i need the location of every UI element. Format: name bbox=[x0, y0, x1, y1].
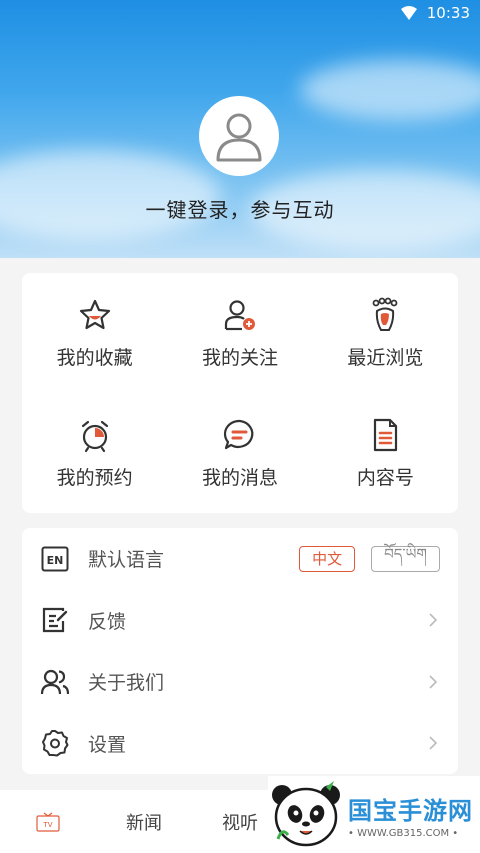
document-icon bbox=[374, 418, 398, 451]
login-prompt[interactable]: 一键登录，参与互动 bbox=[0, 194, 480, 223]
feedback-label: 反馈 bbox=[88, 610, 127, 633]
recent-views-label: 最近浏览 bbox=[347, 346, 424, 369]
chat-bubble-icon bbox=[223, 419, 254, 449]
users-icon bbox=[40, 667, 70, 697]
content-account-item[interactable]: 内容号 bbox=[313, 393, 458, 513]
svg-text:EN: EN bbox=[47, 554, 64, 567]
gear-icon bbox=[40, 728, 70, 758]
chevron-right-icon bbox=[429, 675, 438, 689]
tv-icon-text: TV bbox=[42, 821, 52, 829]
recent-views-item[interactable]: 最近浏览 bbox=[313, 273, 458, 393]
following-label: 我的关注 bbox=[201, 346, 278, 369]
watermark-title: 国宝手游网 bbox=[348, 796, 473, 825]
cloud-decoration bbox=[300, 60, 480, 120]
about-us-row[interactable]: 关于我们 bbox=[22, 651, 458, 713]
content-account-label: 内容号 bbox=[356, 466, 414, 489]
messages-label: 我的消息 bbox=[201, 466, 278, 489]
favorites-label: 我的收藏 bbox=[56, 346, 133, 369]
chinese-language-button[interactable]: 中文 bbox=[299, 545, 356, 572]
user-follow-icon bbox=[224, 299, 255, 330]
favorites-item[interactable]: 我的收藏 bbox=[22, 273, 167, 393]
feedback-row[interactable]: 反馈 bbox=[22, 590, 458, 652]
chevron-right-icon bbox=[429, 613, 438, 627]
reservations-item[interactable]: 我的预约 bbox=[22, 393, 167, 513]
tv-icon: TV bbox=[36, 812, 60, 832]
footprints-icon bbox=[372, 297, 398, 331]
alarm-clock-icon bbox=[81, 420, 108, 452]
quick-actions-grid: 我的收藏 我的关注 最近浏览 我的预约 我的消息 内容号 bbox=[22, 273, 458, 513]
star-icon bbox=[79, 299, 110, 329]
nav-tv[interactable]: TV bbox=[0, 812, 96, 832]
en-language-icon: EN bbox=[40, 544, 70, 574]
avatar[interactable] bbox=[199, 96, 279, 176]
settings-row[interactable]: 设置 bbox=[22, 713, 458, 775]
wifi-icon bbox=[400, 6, 417, 20]
watermark: 国宝手游网 • WWW.GB315.COM • bbox=[268, 776, 480, 853]
status-time: 10:33 bbox=[426, 4, 470, 22]
about-us-label: 关于我们 bbox=[88, 672, 165, 695]
default-language-label: 默认语言 bbox=[88, 549, 165, 572]
edit-note-icon bbox=[40, 605, 70, 635]
user-icon bbox=[216, 113, 262, 162]
reservations-label: 我的预约 bbox=[56, 466, 133, 489]
status-bar: 10:33 bbox=[0, 0, 480, 26]
chevron-right-icon bbox=[429, 736, 438, 750]
default-language-row: EN 默认语言 中文 བོད་ཡིག bbox=[22, 528, 458, 590]
nav-news[interactable]: 新闻 bbox=[96, 809, 192, 835]
messages-item[interactable]: 我的消息 bbox=[167, 393, 312, 513]
profile-header: 10:33 一键登录，参与互动 bbox=[0, 0, 480, 258]
watermark-url: • WWW.GB315.COM • bbox=[348, 827, 459, 839]
panda-logo-icon bbox=[272, 780, 340, 846]
tibetan-language-button[interactable]: བོད་ཡིག bbox=[371, 545, 440, 572]
settings-label: 设置 bbox=[88, 733, 127, 756]
settings-list: EN 默认语言 中文 བོད་ཡིག 反馈 关于我们 设置 bbox=[22, 528, 458, 774]
following-item[interactable]: 我的关注 bbox=[167, 273, 312, 393]
